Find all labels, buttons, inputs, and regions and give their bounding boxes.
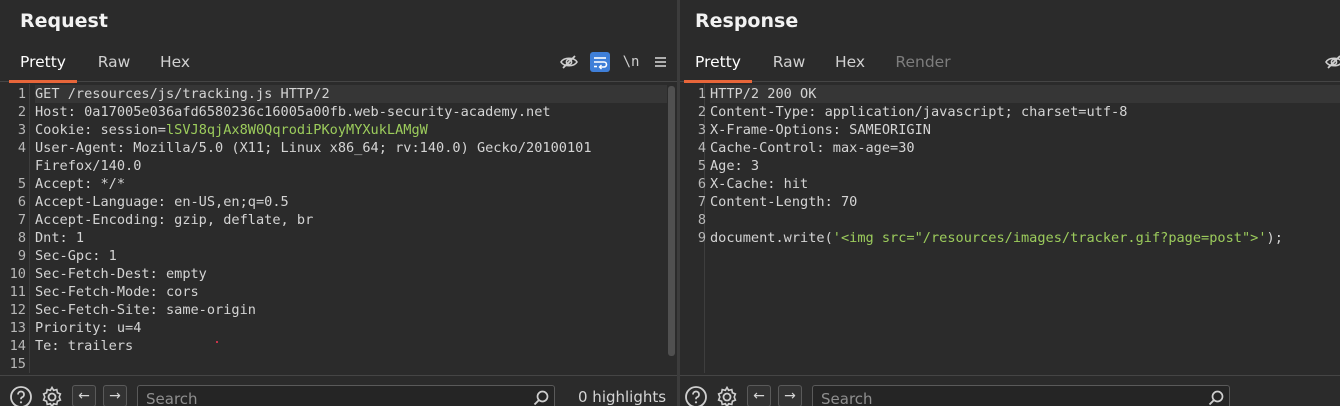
line-number: 1 (697, 86, 706, 102)
request-title: Request (20, 10, 108, 32)
line-number: 5 (697, 158, 706, 174)
line-number: 5 (17, 176, 26, 192)
code-line[interactable]: Age: 3 (710, 157, 1340, 175)
response-search-input[interactable] (821, 388, 1181, 406)
code-line[interactable]: X-Frame-Options: SAMEORIGIN (710, 121, 1340, 139)
word-wrap-icon[interactable] (590, 52, 610, 72)
response-panel: Response Pretty Raw Hex Render 1 2 3 4 5 6 7 8 9… (680, 0, 1340, 406)
response-tabbar: Pretty Raw Hex Render (680, 44, 1340, 83)
code-token: ); (1266, 230, 1283, 246)
line-number: 9 (697, 230, 706, 246)
line-number: 14 (9, 338, 26, 354)
code-line[interactable]: Sec-Fetch-Dest: empty (35, 265, 667, 283)
line-number: 7 (17, 212, 26, 228)
code-line[interactable]: Sec-Gpc: 1 (35, 247, 667, 265)
code-line[interactable]: X-Cache: hit (710, 175, 1340, 193)
code-line[interactable]: Sec-Fetch-Mode: cors (35, 283, 667, 301)
code-token: document.write( (710, 230, 833, 246)
code-line[interactable]: Accept-Language: en-US,en;q=0.5 (35, 193, 667, 211)
response-bottombar: ← → (680, 375, 1340, 406)
response-title: Response (695, 10, 799, 32)
back-button[interactable]: ← (72, 385, 96, 406)
request-bottombar: ← → 0 highlights (0, 375, 677, 406)
response-tab-hex[interactable]: Hex (825, 44, 875, 81)
code-line[interactable]: HTTP/2 200 OK (710, 85, 1340, 103)
request-tabbar: Pretty Raw Hex \n (0, 44, 677, 83)
code-line[interactable]: Content-Type: application/javascript; ch… (710, 103, 1340, 121)
code-line[interactable]: document.write('<img src="/resources/ima… (710, 229, 1340, 247)
request-tab-raw[interactable]: Raw (87, 44, 141, 81)
code-line[interactable]: Firefox/140.0 (35, 157, 667, 175)
newline-icon[interactable]: \n (621, 52, 641, 72)
back-button[interactable]: ← (747, 385, 771, 406)
response-tab-raw[interactable]: Raw (762, 44, 816, 81)
menu-icon[interactable] (650, 52, 670, 72)
session-cookie-value: lSVJ8qjAx8W0QqrodiPKoyMYXukLAMgW (165, 122, 428, 138)
eye-slash-icon[interactable] (1324, 52, 1340, 72)
search-icon[interactable] (532, 389, 550, 406)
code-line[interactable]: Host: 0a17005e036afd6580236c16005a00fb.w… (35, 103, 667, 121)
line-number: 13 (9, 320, 26, 336)
search-icon[interactable] (1207, 389, 1225, 406)
request-search (137, 385, 555, 406)
line-number: 1 (17, 86, 26, 102)
response-editor[interactable]: 1 2 3 4 5 6 7 8 9 HTTP/2 200 OK Content-Type: app… (680, 84, 1340, 373)
code-line[interactable]: Cookie: session=lSVJ8qjAx8W0QqrodiPKoyMY… (35, 121, 667, 139)
forward-button[interactable]: → (103, 385, 127, 406)
header-key: Cookie: session= (35, 122, 166, 138)
request-scrollbar[interactable] (668, 86, 675, 356)
line-number: 12 (9, 302, 26, 318)
code-line[interactable]: Accept: */* (35, 175, 667, 193)
line-number: 4 (697, 140, 706, 156)
string-literal: '<img src="/resources/images/tracker.gif… (832, 230, 1267, 246)
response-search (812, 385, 1230, 406)
line-number: 10 (9, 266, 26, 282)
line-number: 6 (697, 176, 706, 192)
gear-icon[interactable] (40, 385, 64, 406)
line-number: 15 (9, 356, 26, 372)
highlights-count: 0 highlights (578, 388, 667, 406)
forward-button[interactable]: → (778, 385, 802, 406)
code-line[interactable]: Cache-Control: max-age=30 (710, 139, 1340, 157)
stray-pixel (216, 341, 218, 343)
code-line[interactable]: Te: trailers (35, 337, 667, 355)
code-line[interactable]: Accept-Encoding: gzip, deflate, br (35, 211, 667, 229)
request-editor[interactable]: 1 2 3 4 5 6 7 8 9 10 11 12 13 14 15 GET /resources/js/… (0, 84, 677, 373)
line-number: 2 (697, 104, 706, 120)
line-number: 11 (9, 284, 26, 300)
code-line[interactable]: GET /resources/js/tracking.js HTTP/2 (35, 85, 667, 103)
response-code[interactable]: HTTP/2 200 OK Content-Type: application/j… (710, 84, 1340, 373)
line-number: 2 (17, 104, 26, 120)
code-line[interactable]: Priority: u=4 (35, 319, 667, 337)
line-number: 8 (17, 230, 26, 246)
code-line[interactable]: User-Agent: Mozilla/5.0 (X11; Linux x86_… (35, 139, 667, 157)
gear-icon[interactable] (715, 385, 739, 406)
line-number: 4 (17, 140, 26, 156)
line-number: 3 (697, 122, 706, 138)
line-number: 9 (17, 248, 26, 264)
help-icon[interactable] (684, 385, 708, 406)
request-tab-pretty[interactable]: Pretty (9, 44, 77, 83)
request-search-input[interactable] (146, 388, 506, 406)
request-tab-hex[interactable]: Hex (150, 44, 200, 81)
eye-slash-icon[interactable] (559, 52, 579, 72)
line-number: 7 (697, 194, 706, 210)
response-tab-pretty[interactable]: Pretty (684, 44, 752, 83)
code-line[interactable]: Content-Length: 70 (710, 193, 1340, 211)
request-panel: Request Pretty Raw Hex \n 1 2 3 4 5 6 7 8 9 10 11 1… (0, 0, 677, 406)
response-line-numbers: 1 2 3 4 5 6 7 8 9 (680, 84, 706, 373)
code-line[interactable] (35, 355, 667, 373)
response-tab-render[interactable]: Render (887, 44, 959, 81)
line-number: 8 (697, 212, 706, 228)
line-number (0, 157, 26, 175)
code-line[interactable]: Sec-Fetch-Site: same-origin (35, 301, 667, 319)
line-number: 6 (17, 194, 26, 210)
code-line[interactable]: Dnt: 1 (35, 229, 667, 247)
request-line-numbers: 1 2 3 4 5 6 7 8 9 10 11 12 13 14 15 (0, 84, 30, 373)
request-code[interactable]: GET /resources/js/tracking.js HTTP/2 Host… (35, 84, 667, 373)
code-line[interactable] (710, 211, 1340, 229)
help-icon[interactable] (9, 385, 33, 406)
line-number: 3 (17, 122, 26, 138)
